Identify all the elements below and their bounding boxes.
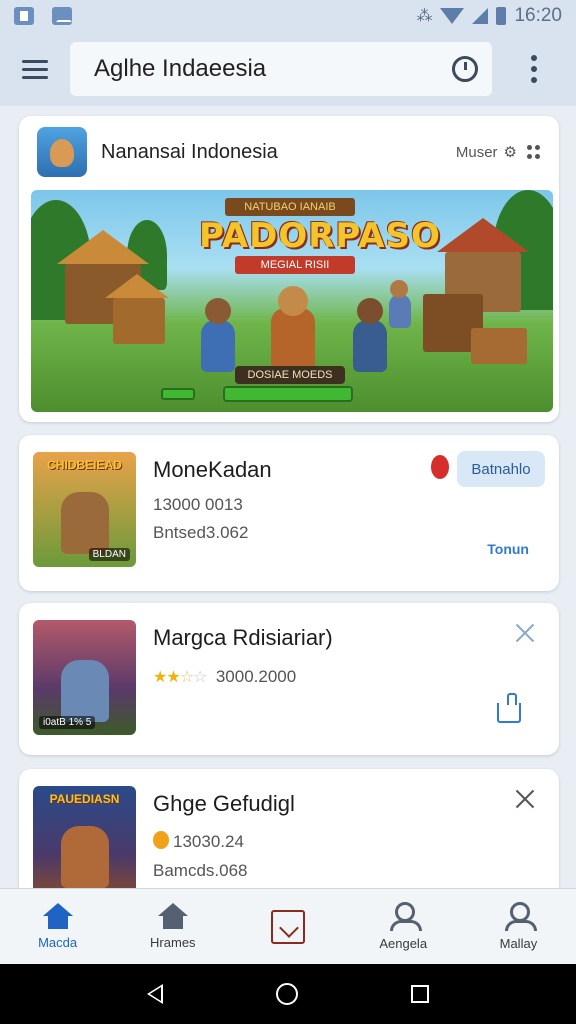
back-icon[interactable] — [146, 984, 163, 1004]
mail-notification-icon — [52, 7, 72, 25]
wifi-icon — [440, 8, 465, 24]
character-figure — [61, 826, 109, 888]
thumbnail-tag: BLDAN — [88, 548, 130, 561]
notification-dot-icon — [431, 455, 449, 479]
list-item[interactable]: CHIDBEIEAD BLDAN MoneKadan 13000 0013 Bn… — [19, 435, 559, 591]
game-thumbnail[interactable]: CHIDBEIEAD BLDAN — [33, 452, 136, 567]
recents-icon[interactable] — [411, 985, 430, 1003]
hamburger-menu-icon[interactable] — [0, 32, 70, 106]
crate — [471, 328, 527, 364]
home-icon — [42, 903, 73, 929]
search-text[interactable]: Aglhe Indaeesia — [94, 55, 452, 83]
game-thumbnail[interactable]: i0atB 1% 5 — [33, 620, 136, 735]
signal-icon — [472, 8, 489, 24]
character-head — [390, 280, 408, 298]
game-banner-image[interactable]: NATUBAO IANAIB PADORPASO MEGIAL RISII DO… — [31, 190, 553, 412]
center-action-icon — [271, 909, 305, 944]
item-title[interactable]: Margca Rdisiariar) — [153, 625, 333, 651]
bottom-navigation: Macda Hrames Aengela Mallay — [0, 888, 576, 964]
item-title[interactable]: Ghge Gefudigl — [153, 791, 295, 817]
nav-item-account[interactable]: Mallay — [461, 889, 576, 964]
character-figure — [389, 294, 411, 328]
status-bar: ⁂ 16:20 — [0, 0, 576, 32]
star-empty-icon: ☆ — [193, 669, 207, 686]
character-head — [278, 286, 308, 316]
corner-link[interactable]: Tonun — [487, 541, 529, 557]
character-head — [205, 298, 231, 324]
search-field[interactable]: Aglhe Indaeesia — [70, 42, 492, 96]
top-app-bar: Aglhe Indaeesia — [0, 32, 576, 106]
hut-roof — [437, 218, 529, 252]
character-figure — [353, 320, 387, 372]
share-icon[interactable] — [497, 693, 521, 723]
app-icon[interactable] — [37, 127, 87, 177]
nav-item-agenda[interactable]: Aengela — [346, 889, 461, 964]
item-subdetail: Bamcds.068 — [153, 861, 248, 880]
game-thumbnail[interactable]: PAUEDIASN — [33, 786, 136, 901]
item-detail: 13030.24 — [153, 831, 244, 852]
star-icon: ★ — [153, 669, 167, 686]
star-half-icon: ☆ — [179, 669, 194, 686]
banner-top-plaque: NATUBAO IANAIB — [225, 198, 355, 216]
thumbnail-logo-text: CHIDBEIEAD — [47, 458, 122, 472]
close-icon[interactable] — [515, 789, 535, 809]
document-notification-icon — [14, 7, 34, 25]
more-options-icon[interactable] — [492, 32, 576, 106]
nav-item-games[interactable]: Hrames — [115, 889, 230, 964]
grid-dots-icon[interactable] — [527, 145, 541, 159]
clock-icon[interactable] — [452, 56, 478, 82]
star-icon: ★ — [166, 669, 180, 686]
vibrate-icon: ⁂ — [416, 8, 433, 25]
character-head — [357, 298, 383, 324]
item-detail: 13000 0013 — [153, 495, 243, 514]
progress-fill — [225, 388, 351, 400]
rating-text: 3000.2000 — [215, 667, 297, 686]
character-figure — [271, 308, 315, 370]
close-icon[interactable] — [515, 623, 535, 643]
action-button[interactable]: Batnahlo — [457, 451, 545, 487]
account-icon — [505, 902, 538, 931]
progress-bar — [223, 386, 353, 402]
system-navigation-bar — [0, 964, 576, 1024]
profile-icon — [390, 902, 423, 931]
banner-caption: DOSIAE MOEDS — [235, 366, 345, 384]
store-icon — [157, 903, 188, 929]
home-button-icon[interactable] — [275, 983, 298, 1005]
item-subdetail: Bntsed3.062 — [153, 523, 249, 542]
character-figure — [61, 492, 109, 554]
status-time: 16:20 — [514, 5, 562, 26]
user-settings-icon[interactable]: ⚙ — [504, 143, 517, 161]
featured-title: Nanansai Indonesia — [101, 140, 278, 163]
item-title[interactable]: MoneKadan — [153, 457, 272, 483]
featured-card[interactable]: Nanansai Indonesia Muser ⚙ NATUBAO IANAI… — [19, 116, 559, 422]
progress-segment — [161, 388, 195, 400]
thumbnail-tag: i0atB 1% 5 — [39, 716, 96, 729]
nav-item-home[interactable]: Macda — [0, 889, 115, 964]
battery-icon — [496, 7, 507, 25]
thumbnail-logo-text: PAUEDIASN — [49, 792, 120, 806]
hut-roof — [57, 230, 149, 264]
hut-illustration — [113, 298, 165, 344]
banner-game-logo: PADORPASO — [199, 216, 441, 256]
list-item[interactable]: i0atB 1% 5 Margca Rdisiariar) ★★☆☆ 3000.… — [19, 603, 559, 755]
star-rating: ★★☆☆ 3000.2000 — [153, 667, 296, 687]
nav-item-center[interactable] — [230, 889, 345, 964]
character-figure — [61, 660, 109, 722]
character-figure — [201, 320, 235, 372]
featured-user-label[interactable]: Muser — [456, 144, 498, 161]
coin-icon — [153, 831, 169, 849]
hut-roof — [105, 274, 169, 298]
banner-subtitle: MEGIAL RISII — [235, 256, 355, 274]
